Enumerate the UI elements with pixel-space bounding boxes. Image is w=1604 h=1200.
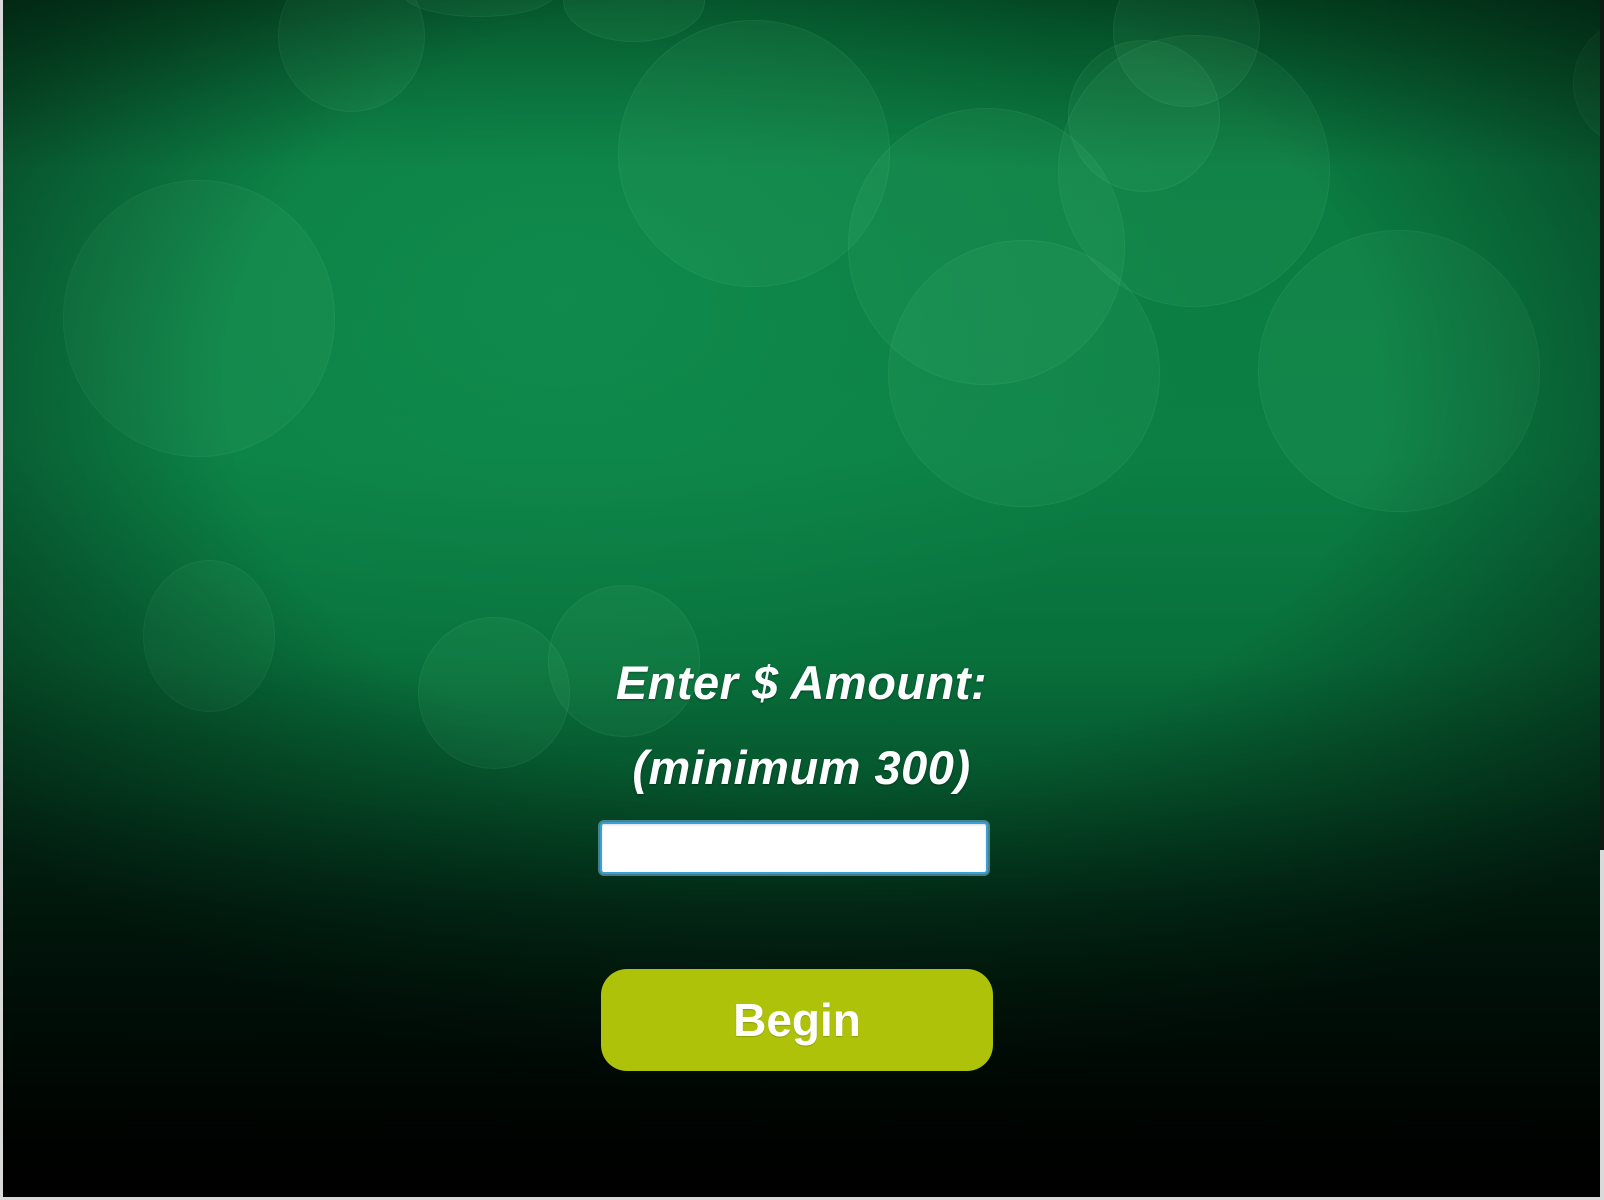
bokeh-circle	[848, 108, 1125, 385]
bokeh-circle	[1573, 20, 1600, 147]
game-stage: Enter $ Amount: (minimum 300) Begin	[3, 0, 1600, 1197]
window-frame: Enter $ Amount: (minimum 300) Begin	[0, 0, 1604, 1200]
bokeh-circle	[1068, 40, 1220, 192]
window-edge	[1600, 0, 1604, 850]
bokeh-circle	[278, 0, 425, 112]
bokeh-circle	[1258, 230, 1540, 512]
bokeh-circle	[563, 0, 705, 42]
bokeh-circle	[618, 20, 890, 287]
amount-input[interactable]	[600, 822, 988, 874]
bokeh-circle	[1113, 0, 1260, 107]
bokeh-circle	[1058, 35, 1330, 307]
bokeh-circle	[888, 240, 1160, 507]
amount-prompt-title: Enter $ Amount:	[615, 656, 988, 709]
bokeh-circle	[63, 180, 335, 457]
bokeh-circle	[403, 0, 555, 17]
begin-button[interactable]: Begin	[601, 969, 993, 1071]
amount-prompt-minimum: (minimum 300)	[632, 741, 971, 794]
